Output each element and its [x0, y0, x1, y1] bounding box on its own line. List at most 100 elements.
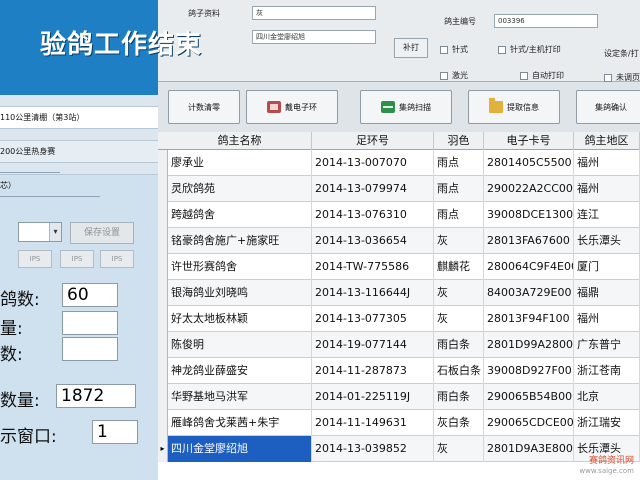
- table-cell[interactable]: 2014-11-287873: [312, 358, 434, 384]
- table-cell[interactable]: 灰: [434, 280, 484, 306]
- ips-field[interactable]: IPS: [100, 250, 134, 268]
- table-cell[interactable]: 铭豪鸽舍施广+施家旺: [168, 228, 312, 254]
- table-cell[interactable]: 长乐潭头: [574, 228, 640, 254]
- table-cell[interactable]: 2014-13-116644J: [312, 280, 434, 306]
- table-cell[interactable]: 280064C9F4E00: [484, 254, 574, 280]
- row-selector[interactable]: [158, 280, 168, 306]
- table-cell[interactable]: 2014-19-077144: [312, 332, 434, 358]
- table-cell[interactable]: 麒麟花: [434, 254, 484, 280]
- table-cell[interactable]: 神龙鸽业薛盛安: [168, 358, 312, 384]
- row-selector[interactable]: [158, 358, 168, 384]
- table-cell[interactable]: 雨点: [434, 150, 484, 176]
- collect-scan-button[interactable]: 集鸽扫描: [360, 90, 452, 124]
- feather-field[interactable]: 灰: [252, 6, 376, 20]
- table-row[interactable]: 廖承业 2014-13-007070 雨点 2801405C5500 福州: [158, 150, 640, 176]
- table-cell[interactable]: 福鼎: [574, 280, 640, 306]
- barcode-setting-label[interactable]: 设定条/打: [604, 48, 639, 59]
- column-header[interactable]: 足环号: [312, 132, 434, 150]
- attach-chip-ring-button[interactable]: 戴电子环: [246, 90, 338, 124]
- table-cell[interactable]: 雨白条: [434, 332, 484, 358]
- owner-number-field[interactable]: 003396: [494, 14, 598, 28]
- reprint-button[interactable]: 补打: [394, 38, 428, 58]
- owner-name-field[interactable]: 四川金堂廖绍旭: [252, 30, 376, 44]
- table-cell[interactable]: 2014-01-225119J: [312, 384, 434, 410]
- table-cell[interactable]: 灰: [434, 306, 484, 332]
- table-cell[interactable]: 跨越鸽舍: [168, 202, 312, 228]
- table-cell[interactable]: 28013F94F100: [484, 306, 574, 332]
- column-header[interactable]: 鸽主名称: [168, 132, 312, 150]
- table-cell[interactable]: 厦门: [574, 254, 640, 280]
- pigeon-table[interactable]: 鸽主名称 足环号 羽色 电子卡号 鸽主地区 廖承业 2014-13-007070 雨…: [158, 132, 640, 480]
- row-selector[interactable]: [158, 150, 168, 176]
- row-selector[interactable]: [158, 384, 168, 410]
- table-row[interactable]: 许世形赛鸽舍 2014-TW-775586 麒麟花 280064C9F4E00 厦门: [158, 254, 640, 280]
- row-selector[interactable]: [158, 332, 168, 358]
- column-header[interactable]: 鸽主地区: [574, 132, 640, 150]
- ips-field[interactable]: IPS: [18, 250, 52, 268]
- table-cell[interactable]: 灰: [434, 228, 484, 254]
- table-cell[interactable]: 浙江瑞安: [574, 410, 640, 436]
- table-row[interactable]: 华野基地马洪军 2014-01-225119J 雨白条 290065B54B00 北京: [158, 384, 640, 410]
- table-cell[interactable]: 290022A2CC00: [484, 176, 574, 202]
- column-header[interactable]: 电子卡号: [484, 132, 574, 150]
- table-cell[interactable]: 廖承业: [168, 150, 312, 176]
- chevron-down-icon[interactable]: ▾: [49, 223, 61, 241]
- table-row[interactable]: 好太太地板林颖 2014-13-077305 灰 28013F94F100 福州: [158, 306, 640, 332]
- table-row[interactable]: 灵欣鸽苑 2014-13-079974 雨点 290022A2CC00 福州: [158, 176, 640, 202]
- dot-matrix-checkbox[interactable]: 针式: [440, 44, 468, 55]
- table-cell[interactable]: 28013FA67600: [484, 228, 574, 254]
- table-cell[interactable]: 雁峰鸽舍戈莱茜+朱宇: [168, 410, 312, 436]
- table-cell[interactable]: 2801405C5500: [484, 150, 574, 176]
- table-cell[interactable]: 290065CDCE00: [484, 410, 574, 436]
- table-cell[interactable]: 84003A729E00: [484, 280, 574, 306]
- table-cell[interactable]: 灰白条: [434, 410, 484, 436]
- table-cell[interactable]: 2014-13-076310: [312, 202, 434, 228]
- row-selector[interactable]: ▸: [158, 436, 168, 462]
- table-cell[interactable]: 2801D99A2800: [484, 332, 574, 358]
- display-window-field[interactable]: 1: [92, 420, 138, 444]
- reset-count-button[interactable]: 计数清零: [168, 90, 240, 124]
- table-cell[interactable]: 灵欣鸽苑: [168, 176, 312, 202]
- table-cell[interactable]: 雨点: [434, 176, 484, 202]
- row-selector[interactable]: [158, 176, 168, 202]
- race-item[interactable]: 200公里热身赛: [0, 141, 158, 163]
- table-cell[interactable]: 2014-13-039852: [312, 436, 434, 462]
- row-selector[interactable]: [158, 228, 168, 254]
- row-selector[interactable]: [158, 410, 168, 436]
- table-cell[interactable]: 好太太地板林颖: [168, 306, 312, 332]
- race-item[interactable]: 110公里清棚（第3站）: [0, 107, 158, 129]
- table-cell[interactable]: 2014-13-079974: [312, 176, 434, 202]
- table-cell[interactable]: 2014-TW-775586: [312, 254, 434, 280]
- table-cell[interactable]: 浙江苍南: [574, 358, 640, 384]
- laser-checkbox[interactable]: 激光: [440, 70, 468, 81]
- table-row[interactable]: 银海鸽业刘晓鸣 2014-13-116644J 灰 84003A729E00 福鼎: [158, 280, 640, 306]
- table-cell[interactable]: 2014-13-007070: [312, 150, 434, 176]
- table-cell[interactable]: 灰: [434, 436, 484, 462]
- ips-field[interactable]: IPS: [60, 250, 94, 268]
- row-selector[interactable]: [158, 202, 168, 228]
- table-cell[interactable]: 福州: [574, 150, 640, 176]
- table-cell[interactable]: 2014-13-036654: [312, 228, 434, 254]
- auto-print-checkbox[interactable]: 自动打印: [520, 70, 564, 81]
- table-cell[interactable]: 四川金堂廖绍旭: [168, 436, 312, 462]
- column-header[interactable]: 羽色: [434, 132, 484, 150]
- extract-info-button[interactable]: 提取信息: [468, 90, 560, 124]
- table-cell[interactable]: 福州: [574, 176, 640, 202]
- table-cell[interactable]: 2014-13-077305: [312, 306, 434, 332]
- table-cell[interactable]: 290065B54B00: [484, 384, 574, 410]
- table-row[interactable]: 雁峰鸽舍戈莱茜+朱宇 2014-11-149631 灰白条 290065CDCE00 浙…: [158, 410, 640, 436]
- confirm-collect-button[interactable]: 集鸽确认: [576, 90, 640, 124]
- table-cell[interactable]: 广东普宁: [574, 332, 640, 358]
- table-cell[interactable]: 雨点: [434, 202, 484, 228]
- table-cell[interactable]: 华野基地马洪军: [168, 384, 312, 410]
- save-settings-button[interactable]: 保存设置: [70, 222, 134, 244]
- row-selector[interactable]: [158, 254, 168, 280]
- host-print-checkbox[interactable]: 针式/主机打印: [498, 44, 561, 55]
- table-cell[interactable]: 陈俊明: [168, 332, 312, 358]
- table-cell[interactable]: 39008D927F00: [484, 358, 574, 384]
- count-combo[interactable]: ▾: [18, 222, 62, 242]
- table-cell[interactable]: 2014-11-149631: [312, 410, 434, 436]
- table-cell[interactable]: 福州: [574, 306, 640, 332]
- table-cell[interactable]: 雨白条: [434, 384, 484, 410]
- table-cell[interactable]: 连江: [574, 202, 640, 228]
